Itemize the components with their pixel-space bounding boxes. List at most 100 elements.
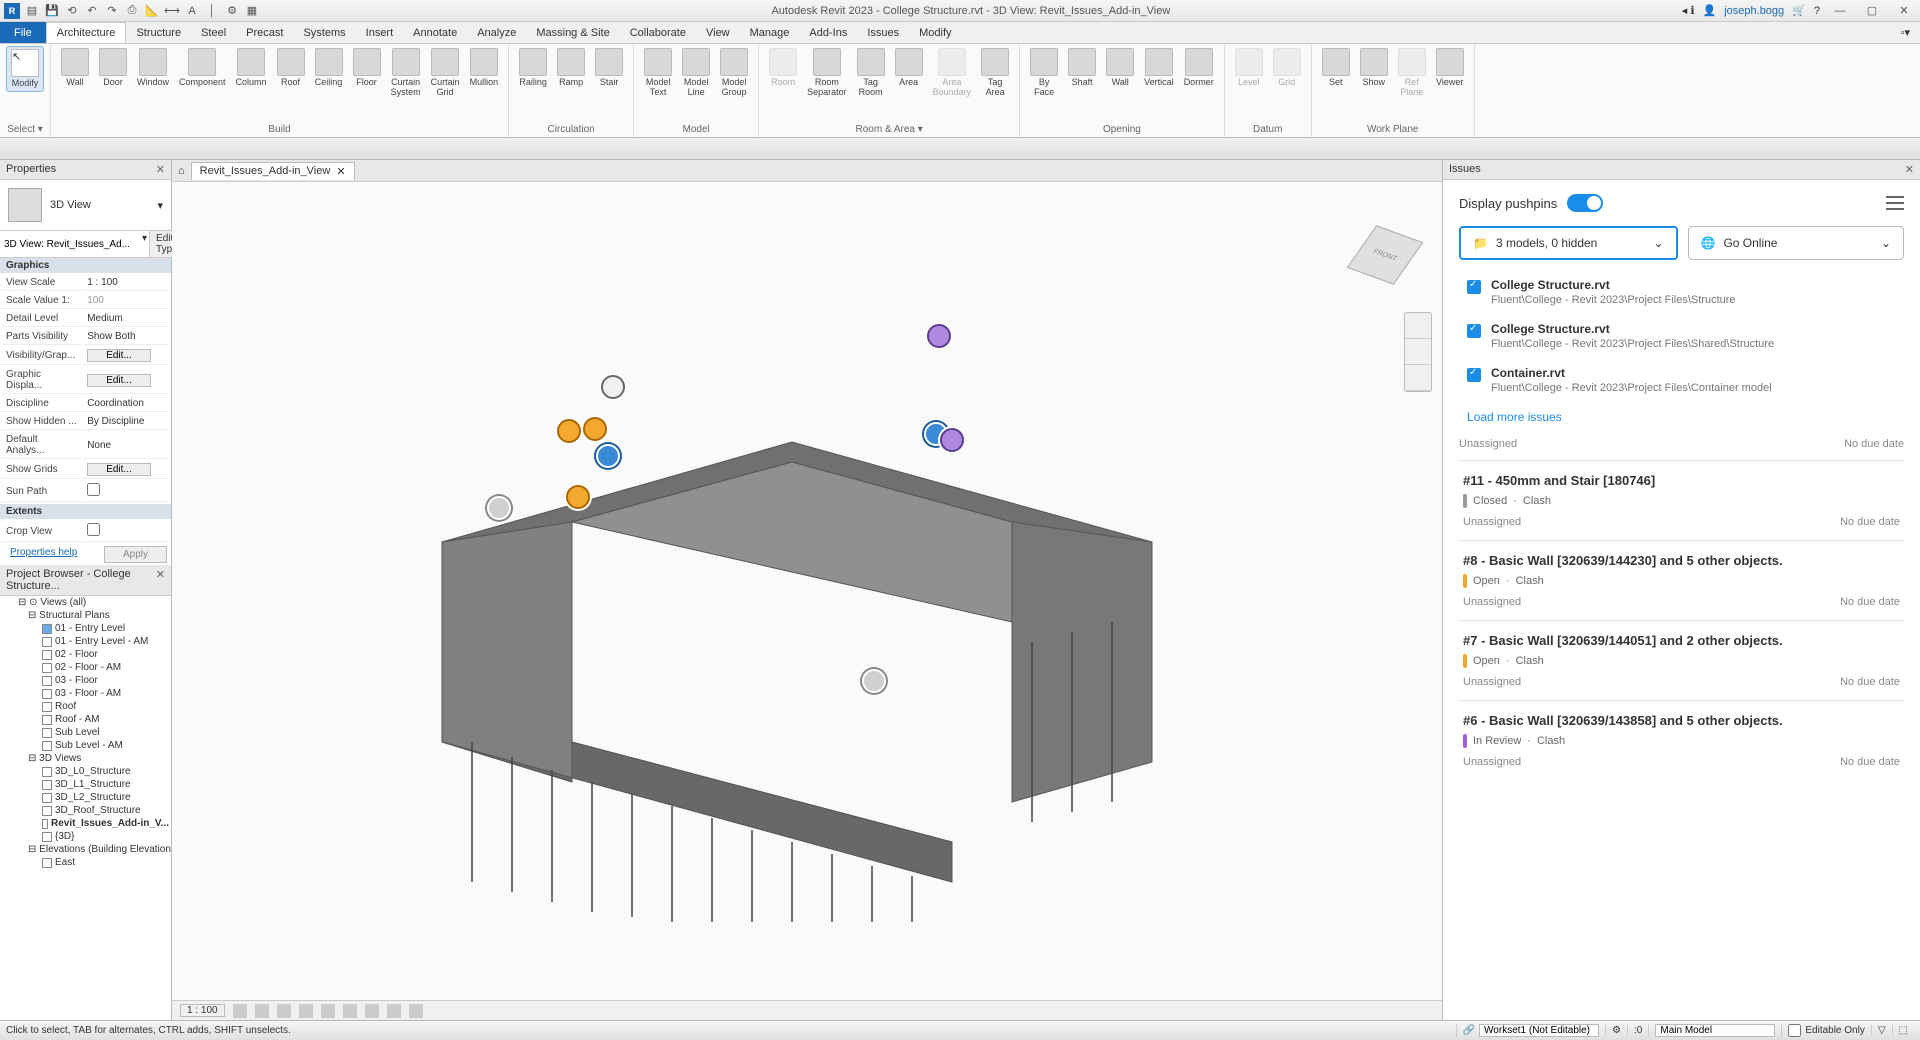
vs-icon-9[interactable] (409, 1004, 423, 1018)
text-icon[interactable]: A (184, 3, 200, 19)
go-online-button[interactable]: 🌐 Go Online ⌄ (1688, 226, 1905, 260)
save-icon[interactable]: 💾 (44, 3, 60, 19)
vs-icon-7[interactable] (365, 1004, 379, 1018)
properties-help-link[interactable]: Properties help (4, 544, 83, 561)
print-icon[interactable]: ⎙ (124, 3, 140, 19)
model-line-button[interactable]: ModelLine (678, 46, 714, 100)
model-checkbox[interactable] (1467, 280, 1481, 294)
issues-close-icon[interactable]: ✕ (1905, 163, 1914, 176)
plan-item[interactable]: 01 - Entry Level - AM (0, 635, 171, 648)
grids-edit-button[interactable]: Edit... (87, 463, 151, 476)
tab-view[interactable]: View (696, 22, 740, 43)
sb-filter-icon[interactable]: ▽ (1871, 1025, 1892, 1036)
ceiling-button[interactable]: Ceiling (311, 46, 347, 90)
component-button[interactable]: Component (175, 46, 230, 90)
plan-item[interactable]: 01 - Entry Level (0, 622, 171, 635)
main-model-selector[interactable] (1648, 1024, 1781, 1037)
3d-view-item[interactable]: Revit_Issues_Add-in_V... (0, 817, 171, 830)
view-tab[interactable]: Revit_Issues_Add-in_View✕ (191, 162, 355, 180)
level-button[interactable]: Level (1231, 46, 1267, 90)
scale-value[interactable]: 100 (83, 293, 169, 309)
editable-only-checkbox[interactable]: Editable Only (1781, 1024, 1870, 1037)
issues-menu-icon[interactable] (1886, 196, 1904, 210)
more-icon[interactable]: ⚙ (224, 3, 240, 19)
view-type-label[interactable]: 3D View (50, 199, 149, 211)
parts-visibility-value[interactable]: Show Both (83, 329, 169, 345)
views-node[interactable]: ⊟ ⊙ Views (all) (0, 596, 171, 609)
3d-view-item[interactable]: 3D_L0_Structure (0, 765, 171, 778)
curtain-grid-button[interactable]: CurtainGrid (427, 46, 464, 100)
crop-view-checkbox[interactable] (87, 523, 100, 536)
tab-collaborate[interactable]: Collaborate (620, 22, 696, 43)
load-more-link[interactable]: Load more issues (1459, 404, 1904, 438)
issue-item[interactable]: #7 - Basic Wall [320639/144051] and 2 ot… (1459, 620, 1904, 700)
vertical-button[interactable]: Vertical (1140, 46, 1178, 90)
issue-pin-orange-2[interactable] (583, 417, 607, 441)
show-button[interactable]: Show (1356, 46, 1392, 90)
tab-precast[interactable]: Precast (236, 22, 293, 43)
user-icon[interactable]: 👤 (1703, 4, 1717, 17)
hidden-value[interactable]: By Discipline (83, 414, 169, 430)
vs-icon-2[interactable] (255, 1004, 269, 1018)
sun-path-checkbox[interactable] (87, 483, 100, 496)
stair-button[interactable]: Stair (591, 46, 627, 90)
undo-icon[interactable]: ↶ (84, 3, 100, 19)
3d-views-node[interactable]: ⊟ 3D Views (0, 752, 171, 765)
grid-button[interactable]: Grid (1269, 46, 1305, 90)
ramp-button[interactable]: Ramp (553, 46, 589, 90)
view-scale[interactable]: 1 : 100 (180, 1004, 225, 1017)
view-scale-value[interactable]: 1 : 100 (83, 275, 169, 291)
tab-manage[interactable]: Manage (740, 22, 800, 43)
mullion-button[interactable]: Mullion (466, 46, 503, 90)
viewer-button[interactable]: Viewer (1432, 46, 1468, 90)
set-button[interactable]: Set (1318, 46, 1354, 90)
models-filter-button[interactable]: 📁 3 models, 0 hidden ⌄ (1459, 226, 1678, 260)
room-button[interactable]: Room (765, 46, 801, 90)
issue-pin-blue-1[interactable] (596, 444, 620, 468)
model-checkbox[interactable] (1467, 324, 1481, 338)
3d-view-item[interactable]: 3D_L1_Structure (0, 778, 171, 791)
navigation-bar[interactable] (1404, 312, 1432, 392)
3d-view-item[interactable]: 3D_L2_Structure (0, 791, 171, 804)
plan-item[interactable]: Roof (0, 700, 171, 713)
issue-item[interactable]: #11 - 450mm and Stair [180746]Closed·Cla… (1459, 460, 1904, 540)
minimize-button[interactable]: — (1828, 5, 1852, 17)
issue-pin-white[interactable] (601, 375, 625, 399)
curtain-system-button[interactable]: CurtainSystem (387, 46, 425, 100)
window-button[interactable]: Window (133, 46, 173, 90)
maximize-button[interactable]: ▢ (1860, 4, 1884, 17)
by-face-button[interactable]: ByFace (1026, 46, 1062, 100)
modify-button[interactable]: ↖Modify (6, 46, 44, 92)
sb-icon-2[interactable]: :0 (1627, 1025, 1648, 1036)
tab-steel[interactable]: Steel (191, 22, 236, 43)
vs-icon-6[interactable] (343, 1004, 357, 1018)
ribbon-collapse-icon[interactable]: ▫▾ (1891, 22, 1920, 43)
plan-item[interactable]: Sub Level (0, 726, 171, 739)
tag-room-button[interactable]: TagRoom (853, 46, 889, 100)
tab-systems[interactable]: Systems (293, 22, 355, 43)
floor-button[interactable]: Floor (349, 46, 385, 90)
detail-level-value[interactable]: Medium (83, 311, 169, 327)
model-item[interactable]: College Structure.rvtFluent\College - Re… (1459, 272, 1904, 316)
tab-architecture[interactable]: Architecture (46, 22, 127, 43)
info-icon[interactable]: ◂ ℹ (1682, 4, 1695, 17)
model-item[interactable]: College Structure.rvtFluent\College - Re… (1459, 316, 1904, 360)
vs-icon-1[interactable] (233, 1004, 247, 1018)
vg-edit-button[interactable]: Edit... (87, 349, 151, 362)
project-browser[interactable]: ⊟ ⊙ Views (all) ⊟ Structural Plans 01 - … (0, 596, 171, 1020)
measure-icon[interactable]: 📐 (144, 3, 160, 19)
analysis-value[interactable]: None (83, 432, 169, 459)
shaft-button[interactable]: Shaft (1064, 46, 1100, 90)
tag-area-button[interactable]: TagArea (977, 46, 1013, 100)
workset-selector[interactable]: 🔗 (1456, 1024, 1605, 1037)
plan-item[interactable]: 03 - Floor - AM (0, 687, 171, 700)
3d-viewport[interactable]: FRONT (172, 182, 1442, 1000)
discipline-value[interactable]: Coordination (83, 396, 169, 412)
3d-view-item[interactable]: 3D_Roof_Structure (0, 804, 171, 817)
tab-modify[interactable]: Modify (909, 22, 961, 43)
model-group-button[interactable]: ModelGroup (716, 46, 752, 100)
ref-plane-button[interactable]: RefPlane (1394, 46, 1430, 100)
open-icon[interactable]: ▤ (24, 3, 40, 19)
area-boundary-button[interactable]: AreaBoundary (929, 46, 976, 100)
tab-massing[interactable]: Massing & Site (526, 22, 619, 43)
